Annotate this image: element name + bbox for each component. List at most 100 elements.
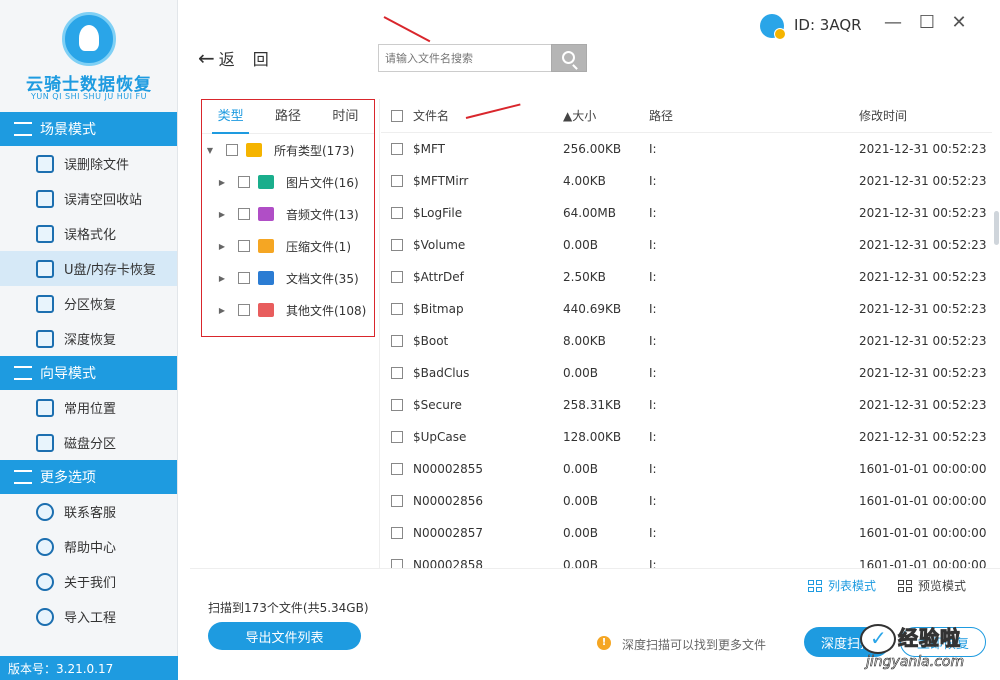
maximize-button[interactable]: ☐ — [916, 12, 938, 34]
row-checkbox[interactable] — [391, 335, 403, 347]
row-checkbox[interactable] — [391, 143, 403, 155]
table-row[interactable]: N00002857 0.00B I: 1601-01-01 00:00:00 — [381, 517, 992, 549]
column-path[interactable]: 路径 — [649, 107, 859, 124]
sidebar-item[interactable]: 常用位置 — [0, 390, 177, 425]
table-row[interactable]: $AttrDef 2.50KB I: 2021-12-31 00:52:23 — [381, 261, 992, 293]
usb-drive-icon — [36, 259, 54, 278]
expand-triangle-icon[interactable]: ▶ — [214, 178, 230, 187]
sidebar-item[interactable]: 联系客服 — [0, 494, 177, 529]
annotation-arrow-search — [383, 16, 431, 43]
scrollbar-thumb[interactable] — [994, 211, 999, 245]
app-name-pinyin: YUN QI SHI SHU JU HUI FU — [31, 92, 147, 101]
filter-row[interactable]: ▶ 音频文件(13) — [202, 198, 374, 230]
sidebar-item[interactable]: 深度恢复 — [0, 321, 177, 356]
sidebar-item[interactable]: 帮助中心 — [0, 529, 177, 564]
column-time[interactable]: 修改时间 — [859, 107, 989, 124]
row-checkbox[interactable] — [391, 463, 403, 475]
table-row[interactable]: $UpCase 128.00KB I: 2021-12-31 00:52:23 — [381, 421, 992, 453]
row-checkbox[interactable] — [391, 207, 403, 219]
filter-row[interactable]: ▶ 其他文件(108) — [202, 294, 374, 326]
search-button[interactable] — [551, 44, 587, 72]
table-row[interactable]: $Volume 0.00B I: 2021-12-31 00:52:23 — [381, 229, 992, 261]
expand-triangle-icon[interactable]: ▶ — [214, 210, 230, 219]
search-input[interactable] — [378, 44, 552, 72]
table-row[interactable]: $MFTMirr 4.00KB I: 2021-12-31 00:52:23 — [381, 165, 992, 197]
cell-time: 2021-12-31 00:52:23 — [859, 334, 987, 348]
preview-view-toggle[interactable]: 预览模式 — [898, 577, 966, 594]
table-row[interactable]: $Bitmap 440.69KB I: 2021-12-31 00:52:23 — [381, 293, 992, 325]
table-row[interactable]: N00002858 0.00B I: 1601-01-01 00:00:00 — [381, 549, 992, 569]
export-list-button[interactable]: 导出文件列表 — [208, 622, 361, 650]
sidebar-item-label: 误格式化 — [64, 228, 117, 243]
sidebar-item-label: 导入工程 — [64, 611, 117, 626]
cell-size: 440.69KB — [563, 302, 622, 316]
back-button[interactable]: ← 返 回 — [198, 46, 269, 70]
sidebar-item[interactable]: U盘/内存卡恢复 — [0, 251, 177, 286]
cell-name: $Volume — [413, 238, 466, 252]
checkbox[interactable] — [238, 208, 250, 220]
checkbox[interactable] — [238, 272, 250, 284]
filter-tab[interactable]: 路径 — [259, 100, 316, 134]
filter-tab[interactable]: 类型 — [202, 100, 259, 134]
column-name[interactable]: 文件名 — [413, 107, 563, 124]
expand-triangle-icon[interactable]: ▶ — [214, 274, 230, 283]
expand-triangle-icon[interactable]: ▶ — [214, 242, 230, 251]
sidebar-item[interactable]: 关于我们 — [0, 564, 177, 599]
sidebar-item[interactable]: 分区恢复 — [0, 286, 177, 321]
sidebar-item[interactable]: 磁盘分区 — [0, 425, 177, 460]
checkbox[interactable] — [238, 240, 250, 252]
table-row[interactable]: N00002855 0.00B I: 1601-01-01 00:00:00 — [381, 453, 992, 485]
sidebar-item[interactable]: 导入工程 — [0, 599, 177, 634]
file-table: 文件名 ▲大小 路径 修改时间 $MFT 256.00KB I: 2021-12-31… — [381, 99, 992, 569]
list-view-toggle[interactable]: 列表模式 — [808, 577, 876, 594]
row-checkbox[interactable] — [391, 175, 403, 187]
row-checkbox[interactable] — [391, 367, 403, 379]
cell-path: I: — [649, 462, 657, 476]
filter-row[interactable]: ▶ 压缩文件(1) — [202, 230, 374, 262]
checkbox[interactable] — [226, 144, 238, 156]
row-checkbox[interactable] — [391, 239, 403, 251]
table-row[interactable]: $BadClus 0.00B I: 2021-12-31 00:52:23 — [381, 357, 992, 389]
sidebar-item-label: 深度恢复 — [64, 333, 117, 348]
section-icon — [14, 366, 32, 380]
sidebar-item[interactable]: 误清空回收站 — [0, 181, 177, 216]
close-button[interactable]: ✕ — [948, 12, 970, 34]
table-row[interactable]: $Boot 8.00KB I: 2021-12-31 00:52:23 — [381, 325, 992, 357]
checkbox[interactable] — [238, 304, 250, 316]
row-checkbox[interactable] — [391, 271, 403, 283]
sidebar-item[interactable]: 误删除文件 — [0, 146, 177, 181]
cell-path: I: — [649, 494, 657, 508]
column-size[interactable]: ▲大小 — [563, 107, 649, 124]
row-checkbox[interactable] — [391, 527, 403, 539]
checkbox[interactable] — [238, 176, 250, 188]
filter-tab[interactable]: 时间 — [317, 100, 374, 134]
table-scrollbar[interactable] — [992, 99, 1000, 569]
sidebar-item[interactable]: 误格式化 — [0, 216, 177, 251]
collapse-triangle-icon[interactable]: ▼ — [202, 146, 218, 155]
table-row[interactable]: $Secure 258.31KB I: 2021-12-31 00:52:23 — [381, 389, 992, 421]
table-row[interactable]: N00002856 0.00B I: 1601-01-01 00:00:00 — [381, 485, 992, 517]
cell-time: 2021-12-31 00:52:23 — [859, 206, 987, 220]
table-row[interactable]: $MFT 256.00KB I: 2021-12-31 00:52:23 — [381, 133, 992, 165]
cell-name: $BadClus — [413, 366, 470, 380]
warning-icon: ! — [597, 636, 611, 650]
minimize-button[interactable]: — — [882, 12, 904, 34]
row-checkbox[interactable] — [391, 303, 403, 315]
filter-row[interactable]: ▶ 文档文件(35) — [202, 262, 374, 294]
row-checkbox[interactable] — [391, 495, 403, 507]
select-all-checkbox[interactable] — [391, 109, 403, 122]
row-checkbox[interactable] — [391, 431, 403, 443]
filter-root-label: 所有类型(173) — [274, 143, 355, 158]
row-checkbox[interactable] — [391, 399, 403, 411]
filter-root-row[interactable]: ▼ 所有类型(173) — [202, 134, 374, 166]
section-header: 场景模式 — [0, 112, 177, 146]
cell-size: 4.00KB — [563, 174, 606, 188]
cell-name: $LogFile — [413, 206, 463, 220]
cell-path: I: — [649, 526, 657, 540]
table-row[interactable]: $LogFile 64.00MB I: 2021-12-31 00:52:23 — [381, 197, 992, 229]
expand-triangle-icon[interactable]: ▶ — [214, 306, 230, 315]
filter-row[interactable]: ▶ 图片文件(16) — [202, 166, 374, 198]
version-label: 版本号：3.21.0.17 — [0, 656, 178, 680]
user-id: ID: 3AQR — [794, 16, 862, 34]
cell-size: 256.00KB — [563, 142, 622, 156]
